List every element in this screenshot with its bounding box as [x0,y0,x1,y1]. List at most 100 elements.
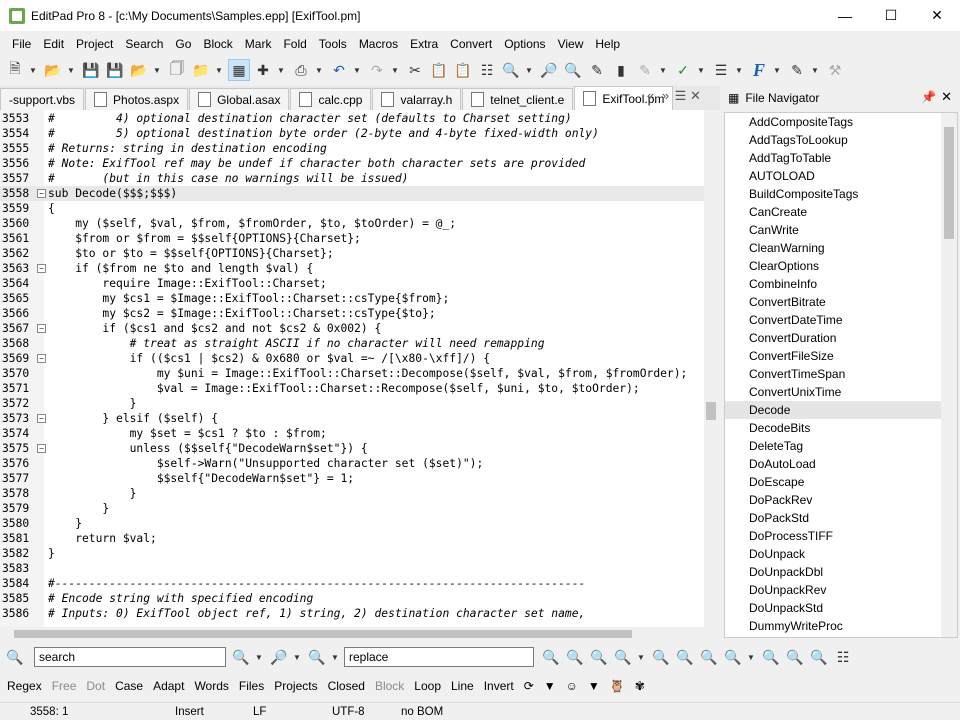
navigator-item[interactable]: DoProcessTIFF [725,527,957,545]
minimize-button[interactable]: — [822,0,868,31]
menu-tools[interactable]: Tools [313,37,353,51]
tab-calc-cpp[interactable]: calc.cpp [290,88,372,110]
option-projects[interactable]: Projects [269,679,322,693]
chevron-down-icon[interactable]: ▼ [214,59,224,81]
tab--support-vbs[interactable]: -support.vbs [0,88,85,110]
option-block[interactable]: Block [370,679,409,693]
navigator-item[interactable]: DeleteTag [725,437,957,455]
option-case[interactable]: Case [110,679,148,693]
replace-icon[interactable]: 🔍 [540,646,562,668]
chevron-down-icon[interactable]: ▼ [292,646,302,668]
menu-file[interactable]: File [6,37,37,51]
copy-files-icon[interactable]: 🗍 [166,59,188,81]
history-icon[interactable]: ⟳ [519,679,539,693]
chevron-down-icon[interactable]: ▼ [330,646,340,668]
tab-global-asax[interactable]: Global.asax [189,88,290,110]
add-project-icon[interactable]: ✚ [252,59,274,81]
menu-convert[interactable]: Convert [444,37,498,51]
open-project-icon[interactable]: 📂 [128,59,150,81]
fold-toggle-icon[interactable]: − [37,189,46,198]
menu-mark[interactable]: Mark [239,37,278,51]
code-line[interactable]: 3567 if ($cs1 and $cs2 and not $cs2 & 0x… [0,321,704,336]
navigator-item[interactable]: CanCreate [725,203,957,221]
fold-matches-icon[interactable]: 🔍 [674,646,696,668]
option-closed[interactable]: Closed [323,679,370,693]
menu-project[interactable]: Project [70,37,119,51]
code-line[interactable]: 3569 if (($cs1 | $cs2) & 0x680 or $val =… [0,351,704,366]
menu-view[interactable]: View [552,37,590,51]
project-folder-icon[interactable]: 📁 [190,59,212,81]
code-line[interactable]: 3586 # Inputs: 0) ExifTool object ref, 1)… [0,606,704,621]
code-line[interactable]: 3572 } [0,396,704,411]
navigator-item[interactable]: ConvertUnixTime [725,383,957,401]
option-free[interactable]: Free [47,679,82,693]
tab-photos-aspx[interactable]: Photos.aspx [85,88,189,110]
macro-icon[interactable]: ✎ [786,59,808,81]
navigator-item[interactable]: BuildCompositeTags [725,185,957,203]
chevron-down-icon[interactable]: ▼ [746,646,756,668]
close-panel-icon[interactable]: ✕ [941,89,952,105]
navigator-item[interactable]: DoUnpackStd [725,599,957,617]
navigator-item[interactable]: DoPackStd [725,509,957,527]
code-line[interactable]: 3563 if ($from ne $to and length $val) {… [0,261,704,276]
smiley-icon[interactable]: ☺ [561,679,583,693]
function-icon[interactable]: F [748,59,770,81]
find-first-icon[interactable]: 🔍 [230,646,252,668]
code-line[interactable]: 3568 # treat as straight ASCII if no cha… [0,336,704,351]
redo-icon[interactable]: ↷ [366,59,388,81]
navigator-item[interactable]: DoAutoLoad [725,455,957,473]
chevron-down-icon[interactable]: ▼ [658,59,668,81]
navigator-item[interactable]: DoUnpackRev [725,581,957,599]
fold-toggle-icon[interactable]: − [37,324,46,333]
maximize-button[interactable]: ☐ [868,0,914,31]
code-line[interactable]: 3557 # (but in this case no warnings will… [0,171,704,186]
replace-block-icon[interactable]: 🔍 [612,646,634,668]
open-folder-icon[interactable]: 📂 [42,59,64,81]
code-line[interactable]: 3562 $to or $to = $$self{OPTIONS}{Charse… [0,246,704,261]
navigator-item[interactable]: ConvertDuration [725,329,957,347]
code-line[interactable]: 3564 require Image::ExifTool::Charset; [0,276,704,291]
count-matches-icon[interactable]: 🔍 [784,646,806,668]
search-files-icon[interactable]: 🔍 [760,646,782,668]
tab-valarray-h[interactable]: valarray.h [372,88,462,110]
navigator-item[interactable]: ClearOptions [725,257,957,275]
chevron-down-icon[interactable]: ▼ [352,59,362,81]
new-file-icon[interactable]: 🗎 [4,59,26,81]
code-line[interactable]: 3585 # Encode string with specified encod… [0,591,704,606]
owl-icon[interactable]: 🦉 [605,679,630,693]
chevron-down-icon[interactable]: ▼ [772,59,782,81]
navigator-item[interactable]: Decode [725,401,957,419]
tab-next-icon[interactable]: » [658,88,673,106]
menu-block[interactable]: Block [197,37,238,51]
menu-help[interactable]: Help [589,37,626,51]
code-line[interactable]: 3583 [0,561,704,576]
chevron-down-icon[interactable]: ▼ [254,646,264,668]
option-invert[interactable]: Invert [479,679,519,693]
navigator-item[interactable]: DoUnpackDbl [725,563,957,581]
option-dot[interactable]: Dot [81,679,110,693]
code-line[interactable]: 3579 } [0,501,704,516]
editor-horizontal-scrollbar[interactable] [0,627,718,641]
column-icon[interactable]: ▮ [610,59,632,81]
chevron-down-icon[interactable]: ▼ [810,59,820,81]
print-icon[interactable]: ⎙ [290,59,312,81]
code-editor[interactable]: 3553 # 4) optional destination character … [0,110,718,627]
navigator-item[interactable]: CombineInfo [725,275,957,293]
menu-search[interactable]: Search [119,37,169,51]
code-line[interactable]: 3577 $$self{"DecodeWarn$set"} = 1; [0,471,704,486]
chevron-down-icon[interactable]: ▼ [734,59,744,81]
copy-icon[interactable]: 📋 [428,59,450,81]
find-previous-icon[interactable]: 🔍 [306,646,328,668]
chevron-down-icon[interactable]: ▼ [636,646,646,668]
menu-fold[interactable]: Fold [277,37,312,51]
tab-menu-icon[interactable]: ☰ [673,88,688,106]
chevron-down-icon[interactable]: ▼ [583,679,605,693]
navigator-item[interactable]: DoPackRev [725,491,957,509]
search-options-icon[interactable]: ☷ [832,646,854,668]
editor-vertical-scrollbar[interactable] [704,110,718,627]
code-line[interactable]: 3561 $from or $from = $$self{OPTIONS}{Ch… [0,231,704,246]
navigator-item[interactable]: DoUnpack [725,545,957,563]
code-line[interactable]: 3575 unless ($$self{"DecodeWarn$set"}) {… [0,441,704,456]
menu-go[interactable]: Go [169,37,197,51]
navigator-item[interactable]: CanWrite [725,221,957,239]
